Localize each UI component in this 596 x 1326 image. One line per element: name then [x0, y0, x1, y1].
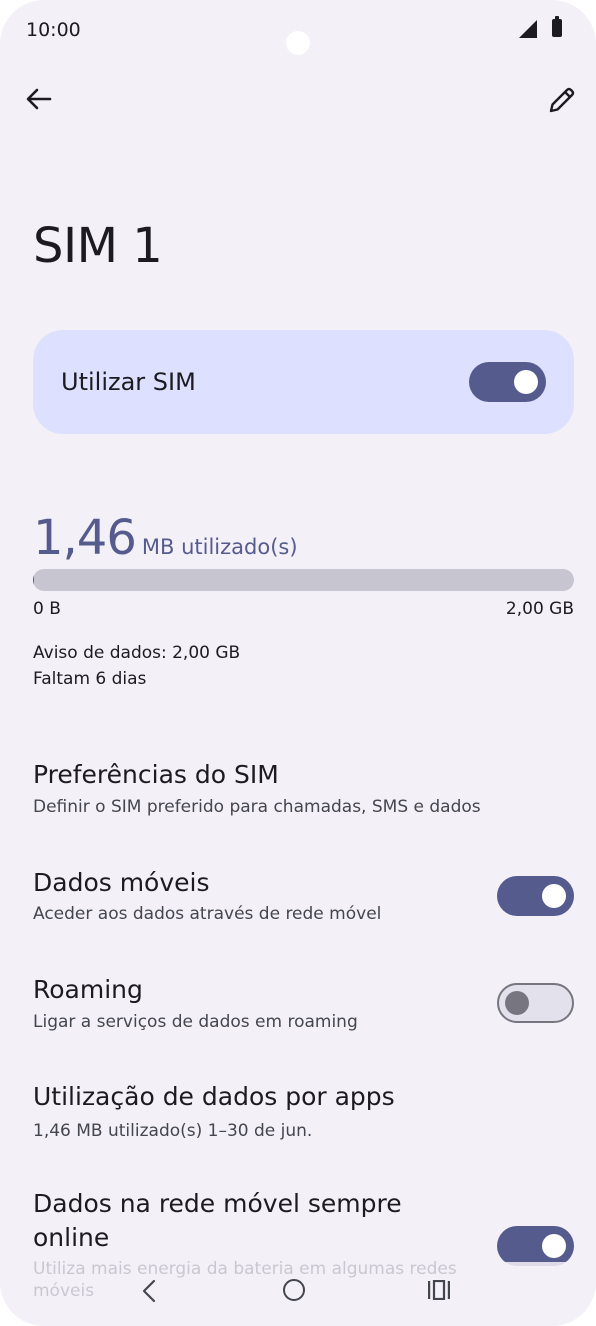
always-online-subtitle: Utiliza mais energia da bateria em algum…	[33, 1259, 457, 1301]
always-online-title-line2: online	[33, 1223, 110, 1252]
nav-back-icon[interactable]	[138, 1278, 160, 1304]
data-warning-text: Aviso de dados: 2,00 GB	[33, 643, 241, 663]
sim-preferences-title: Preferências do SIM	[33, 760, 279, 789]
back-arrow-icon[interactable]	[22, 82, 56, 116]
mobile-data-title: Dados móveis	[33, 868, 210, 897]
app-data-usage-subtitle: 1,46 MB utilizado(s) 1–30 de jun.	[33, 1121, 313, 1141]
sim-preferences-subtitle: Definir o SIM preferido para chamadas, S…	[33, 797, 481, 817]
days-left-text: Faltam 6 dias	[33, 669, 147, 689]
signal-icon	[519, 20, 537, 38]
nav-recents-icon[interactable]	[427, 1280, 451, 1300]
usage-range-min: 0 B	[33, 599, 61, 619]
phone-screen: 10:00 SIM 1 Utilizar SIM 1,46 MB utilizad…	[0, 0, 596, 1326]
usage-progress-bar	[33, 569, 574, 591]
app-data-usage-title: Utilização de dados por apps	[33, 1082, 395, 1111]
use-sim-card[interactable]: Utilizar SIM	[33, 330, 574, 434]
use-sim-label: Utilizar SIM	[61, 368, 196, 396]
always-online-title-line1: Dados na rede móvel sempre	[33, 1189, 402, 1218]
nav-home-icon[interactable]	[283, 1279, 305, 1301]
camera-cutout	[286, 31, 310, 55]
mobile-data-toggle[interactable]	[497, 876, 574, 916]
toggle-thumb	[514, 370, 538, 394]
usage-amount: 1,46	[33, 510, 137, 566]
battery-icon	[552, 16, 562, 37]
toggle-thumb	[542, 884, 566, 908]
status-time: 10:00	[26, 19, 81, 41]
toggle-thumb	[505, 991, 529, 1015]
pencil-icon[interactable]	[546, 84, 578, 116]
status-bar: 10:00	[0, 0, 596, 62]
data-usage-summary: 1,46 MB utilizado(s)	[33, 510, 298, 566]
toggle-thumb	[542, 1234, 566, 1258]
usage-unit: MB utilizado(s)	[141, 535, 298, 559]
usage-range-max: 2,00 GB	[505, 599, 574, 619]
page-title: SIM 1	[33, 218, 163, 274]
mobile-data-subtitle: Aceder aos dados através de rede móvel	[33, 904, 382, 924]
roaming-toggle[interactable]	[497, 983, 574, 1023]
always-online-toggle[interactable]	[497, 1226, 574, 1266]
roaming-subtitle: Ligar a serviços de dados em roaming	[33, 1012, 358, 1032]
roaming-title: Roaming	[33, 975, 143, 1004]
use-sim-toggle[interactable]	[469, 362, 546, 402]
